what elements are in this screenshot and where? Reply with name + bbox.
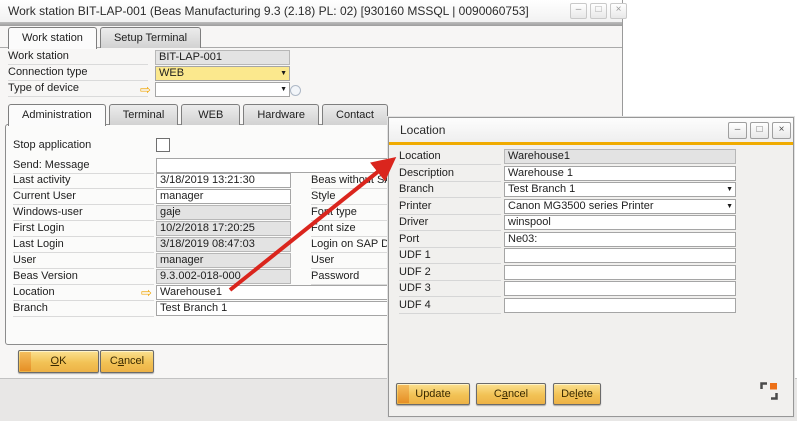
tab-web[interactable]: WEB — [181, 104, 240, 125]
dlg-port-label: Port — [399, 233, 501, 248]
dlg-udf3-label: UDF 3 — [399, 282, 501, 297]
dlg-udf2-input[interactable] — [504, 265, 736, 280]
dlg-description-label: Description — [399, 167, 501, 182]
maximize-icon[interactable]: □ — [750, 122, 769, 139]
windows-user-value: gaje — [156, 205, 291, 220]
dlg-udf1-label: UDF 1 — [399, 249, 501, 264]
dlg-udf2-label: UDF 2 — [399, 266, 501, 281]
info-icon[interactable] — [290, 85, 301, 96]
tab-setup-terminal[interactable]: Setup Terminal — [100, 27, 201, 48]
stop-application-checkbox[interactable] — [156, 138, 170, 152]
tab-contact[interactable]: Contact — [322, 104, 388, 125]
dlg-udf4-label: UDF 4 — [399, 299, 501, 314]
tab-work-station[interactable]: Work station — [8, 27, 97, 49]
last-activity-label: Last activity — [13, 174, 154, 189]
minimize-icon[interactable]: – — [728, 122, 747, 139]
location-dialog: Location – □ × Location Warehouse1 Descr… — [388, 117, 794, 417]
chevron-down-icon: ▼ — [726, 185, 733, 194]
chevron-down-icon: ▼ — [280, 85, 287, 94]
dlg-port-input[interactable]: Ne03: — [504, 232, 736, 247]
close-icon[interactable]: × — [772, 122, 791, 139]
dlg-description-input[interactable]: Warehouse 1 — [504, 166, 736, 181]
minimize-icon[interactable]: – — [570, 3, 587, 19]
first-login-value: 10/2/2018 17:20:25 — [156, 221, 291, 236]
dlg-branch-label: Branch — [399, 183, 501, 198]
dlg-udf4-input[interactable] — [504, 298, 736, 313]
dlg-branch-select[interactable]: Test Branch 1 ▼ — [504, 182, 736, 197]
connection-type-label: Connection type — [8, 66, 148, 81]
dialog-cancel-button[interactable]: Cancel — [476, 383, 546, 405]
dlg-printer-select[interactable]: Canon MG3500 series Printer ▼ — [504, 199, 736, 214]
link-arrow-icon[interactable]: ⇨ — [140, 83, 151, 96]
dialog-titlebar: Location – □ × — [389, 118, 793, 142]
windows-user-label: Windows-user — [13, 206, 154, 221]
close-icon[interactable]: × — [610, 3, 627, 19]
dlg-udf1-input[interactable] — [504, 248, 736, 263]
dlg-printer-label: Printer — [399, 200, 501, 215]
dlg-driver-input[interactable]: winspool — [504, 215, 736, 230]
dialog-window-controls: – □ × — [728, 122, 791, 139]
last-login-label: Last Login — [13, 238, 154, 253]
workstation-label: Work station — [8, 50, 148, 65]
dlg-location-label: Location — [399, 150, 501, 165]
delete-button[interactable]: Delete — [553, 383, 601, 405]
user-label: User — [13, 254, 154, 269]
form-resize-icon[interactable] — [760, 382, 778, 400]
update-button[interactable]: Update — [396, 383, 470, 405]
dlg-driver-label: Driver — [399, 216, 501, 231]
button-accent — [398, 385, 409, 403]
current-user-value[interactable]: manager — [156, 189, 291, 204]
window-titlebar: Work station BIT-LAP-001 (Beas Manufactu… — [0, 0, 622, 22]
branch-label: Branch — [13, 302, 154, 317]
maximize-icon[interactable]: □ — [590, 3, 607, 19]
beas-version-label: Beas Version — [13, 270, 154, 285]
screen: Work station BIT-LAP-001 (Beas Manufactu… — [0, 0, 797, 421]
dialog-accent-bar — [389, 142, 793, 145]
send-message-label: Send: Message — [13, 159, 154, 174]
stop-application-label: Stop application — [13, 139, 154, 153]
dlg-location-value: Warehouse1 — [504, 149, 736, 164]
cancel-button[interactable]: Cancel — [100, 350, 154, 373]
tab-administration[interactable]: Administration — [8, 104, 106, 126]
last-activity-value[interactable]: 3/18/2019 13:21:30 — [156, 173, 291, 188]
current-user-label: Current User — [13, 190, 154, 205]
window-controls: – □ × — [570, 3, 627, 19]
titlebar-separator — [0, 22, 622, 26]
first-login-label: First Login — [13, 222, 154, 237]
type-of-device-select[interactable]: ▼ — [155, 82, 290, 97]
top-tabstrip: Work station Setup Terminal — [8, 27, 201, 49]
beas-version-value: 9.3.002-018-000 — [156, 269, 291, 284]
chevron-down-icon: ▼ — [726, 202, 733, 211]
tab-terminal[interactable]: Terminal — [109, 104, 179, 125]
tab-hardware[interactable]: Hardware — [243, 104, 319, 125]
dlg-udf3-input[interactable] — [504, 281, 736, 296]
button-accent — [20, 352, 31, 371]
location-label: Location — [13, 286, 154, 301]
chevron-down-icon: ▼ — [280, 69, 287, 78]
workstation-value: BIT-LAP-001 — [155, 50, 290, 65]
last-login-value: 3/18/2019 08:47:03 — [156, 237, 291, 252]
dialog-title: Location — [400, 123, 445, 137]
user-value: manager — [156, 253, 291, 268]
window-title: Work station BIT-LAP-001 (Beas Manufactu… — [8, 4, 529, 18]
type-of-device-label: Type of device — [8, 82, 148, 97]
connection-type-select[interactable]: WEB ▼ — [155, 66, 290, 81]
ok-button[interactable]: OK — [18, 350, 99, 373]
link-arrow-icon[interactable]: ⇨ — [141, 286, 152, 299]
inner-tabstrip: Administration Terminal WEB Hardware Con… — [8, 104, 388, 126]
